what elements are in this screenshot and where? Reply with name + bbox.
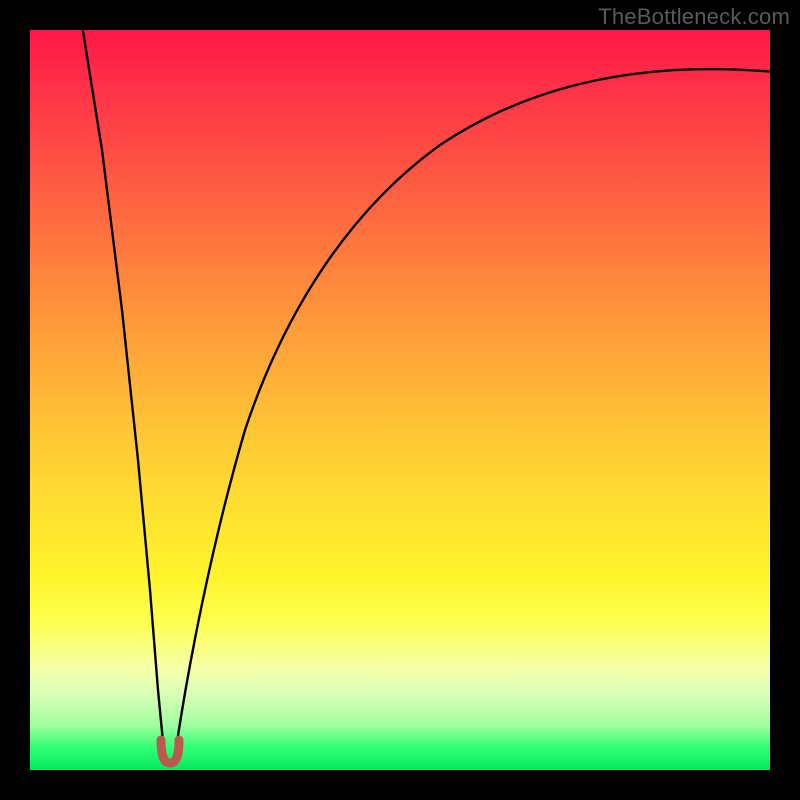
curve-right-branch [177,69,770,742]
valley-u-mark [161,740,179,763]
plot-area [30,30,770,770]
curve-left-branch [82,30,163,742]
watermark-text: TheBottleneck.com [598,4,790,30]
curve-layer [30,30,770,770]
chart-container: TheBottleneck.com [0,0,800,800]
